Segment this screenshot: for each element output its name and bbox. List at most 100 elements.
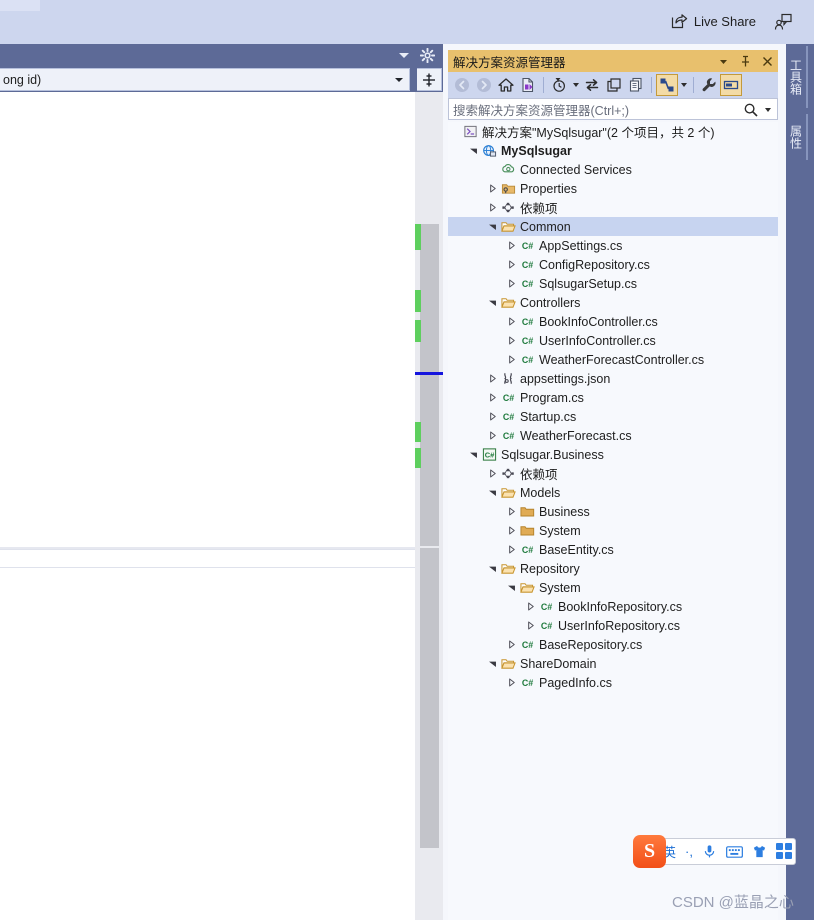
- tree-expander[interactable]: [486, 559, 499, 578]
- search-input[interactable]: 搜索解决方案资源管理器(Ctrl+;): [448, 98, 778, 120]
- close-icon[interactable]: [761, 55, 774, 68]
- tree-item[interactable]: appsettings.json: [448, 369, 778, 388]
- expander-expanded-icon[interactable]: [487, 487, 498, 498]
- expander-collapsed-icon[interactable]: [506, 677, 517, 688]
- tree-expander[interactable]: [505, 578, 518, 597]
- collapse-all-button[interactable]: [603, 74, 625, 96]
- tree-expander[interactable]: [505, 521, 518, 540]
- expander-collapsed-icon[interactable]: [487, 373, 498, 384]
- tree-item[interactable]: Connected Services: [448, 160, 778, 179]
- tree-item[interactable]: C# BookInfoRepository.cs: [448, 597, 778, 616]
- search-dropdown-icon[interactable]: [765, 108, 771, 112]
- toolbox-tab[interactable]: 工具箱: [786, 46, 808, 108]
- tree-expander[interactable]: [486, 293, 499, 312]
- tree-expander[interactable]: [524, 616, 537, 635]
- tree-expander[interactable]: [505, 635, 518, 654]
- tree-expander[interactable]: [486, 369, 499, 388]
- scrollbar-thumb-lower[interactable]: [420, 548, 439, 848]
- tree-item[interactable]: C# UserInfoRepository.cs: [448, 616, 778, 635]
- tree-item[interactable]: C# WeatherForecast.cs: [448, 426, 778, 445]
- tree-expander[interactable]: [505, 673, 518, 692]
- forward-button[interactable]: [473, 74, 495, 96]
- tree-expander[interactable]: [486, 464, 499, 483]
- tree-expander[interactable]: [486, 388, 499, 407]
- expander-collapsed-icon[interactable]: [506, 335, 517, 346]
- tree-item[interactable]: C# Program.cs: [448, 388, 778, 407]
- expander-collapsed-icon[interactable]: [487, 468, 498, 479]
- expander-collapsed-icon[interactable]: [487, 183, 498, 194]
- tree-item[interactable]: System: [448, 578, 778, 597]
- tree-expander[interactable]: [486, 217, 499, 236]
- tree-expander[interactable]: [486, 426, 499, 445]
- tree-item[interactable]: ShareDomain: [448, 654, 778, 673]
- home-button[interactable]: [495, 74, 517, 96]
- tree-expander[interactable]: [505, 331, 518, 350]
- tree-expander[interactable]: [505, 255, 518, 274]
- tree-item[interactable]: C# BaseRepository.cs: [448, 635, 778, 654]
- tree-item[interactable]: C# UserInfoController.cs: [448, 331, 778, 350]
- tree-item[interactable]: C# BookInfoController.cs: [448, 312, 778, 331]
- expander-collapsed-icon[interactable]: [506, 506, 517, 517]
- member-dropdown[interactable]: ong id): [0, 68, 410, 91]
- tree-item[interactable]: Models: [448, 483, 778, 502]
- expander-collapsed-icon[interactable]: [525, 601, 536, 612]
- expander-collapsed-icon[interactable]: [506, 278, 517, 289]
- tree-item[interactable]: Repository: [448, 559, 778, 578]
- microphone-icon[interactable]: [702, 844, 717, 859]
- skin-shirt-icon[interactable]: [752, 844, 767, 859]
- tree-expander[interactable]: [524, 597, 537, 616]
- expander-collapsed-icon[interactable]: [506, 354, 517, 365]
- tree-item[interactable]: C# WeatherForecastController.cs: [448, 350, 778, 369]
- expander-collapsed-icon[interactable]: [506, 316, 517, 327]
- expander-collapsed-icon[interactable]: [487, 430, 498, 441]
- tree-expander[interactable]: [486, 407, 499, 426]
- expander-collapsed-icon[interactable]: [525, 620, 536, 631]
- pending-changes-filter-button[interactable]: [548, 74, 570, 96]
- tree-item[interactable]: Properties: [448, 179, 778, 198]
- tree-expander[interactable]: [467, 445, 480, 464]
- view-code-button[interactable]: [656, 74, 678, 96]
- ime-punctuation-button[interactable]: ·,: [685, 844, 693, 859]
- tree-expander[interactable]: [467, 141, 480, 160]
- tree-item[interactable]: C# SqlsugarSetup.cs: [448, 274, 778, 293]
- expander-collapsed-icon[interactable]: [487, 202, 498, 213]
- back-button[interactable]: [451, 74, 473, 96]
- refresh-button[interactable]: [581, 74, 603, 96]
- tree-expander[interactable]: [505, 350, 518, 369]
- show-all-files-button[interactable]: [625, 74, 647, 96]
- tree-expander[interactable]: [505, 502, 518, 521]
- expander-expanded-icon[interactable]: [487, 563, 498, 574]
- tree-expander[interactable]: [486, 654, 499, 673]
- tree-item[interactable]: MySqlsugar: [448, 141, 778, 160]
- expander-expanded-icon[interactable]: [468, 145, 479, 156]
- split-view-button[interactable]: [417, 68, 442, 91]
- scrollbar-thumb-upper[interactable]: [420, 224, 439, 546]
- tree-expander[interactable]: [505, 236, 518, 255]
- tree-item[interactable]: System: [448, 521, 778, 540]
- tree-item[interactable]: C# BaseEntity.cs: [448, 540, 778, 559]
- tree-item[interactable]: 解决方案"MySqlsugar"(2 个项目，共 2 个): [448, 122, 778, 141]
- tree-item[interactable]: C# AppSettings.cs: [448, 236, 778, 255]
- expander-expanded-icon[interactable]: [506, 582, 517, 593]
- pin-icon[interactable]: [739, 55, 752, 68]
- solution-tree[interactable]: 解决方案"MySqlsugar"(2 个项目，共 2 个) MySqlsugar C…: [448, 122, 778, 920]
- soft-keyboard-icon[interactable]: [726, 845, 743, 859]
- expander-collapsed-icon[interactable]: [506, 525, 517, 536]
- tree-item[interactable]: Controllers: [448, 293, 778, 312]
- send-feedback-icon[interactable]: [774, 13, 792, 31]
- tree-expander[interactable]: [505, 540, 518, 559]
- tree-expander[interactable]: [486, 483, 499, 502]
- gear-icon[interactable]: [420, 48, 435, 63]
- window-menu-chevron-icon[interactable]: [717, 55, 730, 68]
- expander-collapsed-icon[interactable]: [487, 392, 498, 403]
- live-share-button[interactable]: Live Share: [671, 13, 756, 29]
- preview-selected-items-button[interactable]: [720, 74, 742, 96]
- expander-collapsed-icon[interactable]: [506, 259, 517, 270]
- ime-toolbar[interactable]: S 英 ·,: [633, 835, 796, 868]
- tree-expander[interactable]: [505, 274, 518, 293]
- tree-item[interactable]: Common: [448, 217, 778, 236]
- chevron-down-icon[interactable]: [399, 53, 409, 58]
- tree-item[interactable]: C# Startup.cs: [448, 407, 778, 426]
- tree-item[interactable]: C# Sqlsugar.Business: [448, 445, 778, 464]
- expander-expanded-icon[interactable]: [487, 297, 498, 308]
